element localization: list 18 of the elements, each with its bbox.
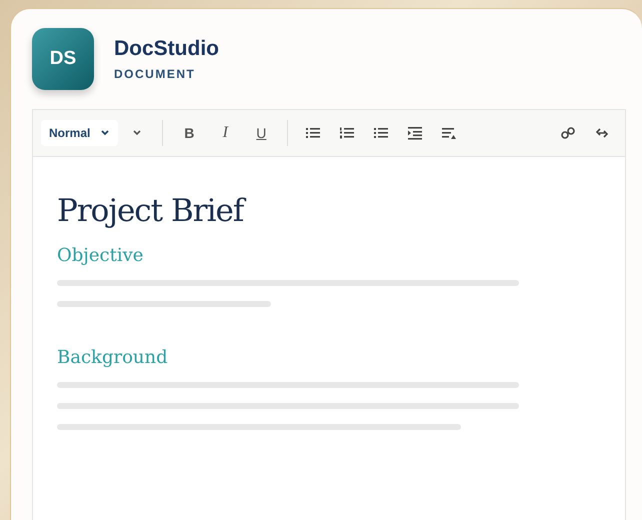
format-button[interactable]: I	[209, 119, 242, 147]
format-button[interactable]: U	[245, 119, 278, 147]
style-dropdown[interactable]: Normal	[41, 120, 118, 146]
format-button[interactable]: B	[173, 119, 206, 147]
section-heading: Objective	[57, 245, 144, 266]
link-icon	[560, 125, 576, 141]
numbered-list-icon	[339, 126, 356, 140]
app-logo: DS	[32, 28, 94, 90]
text-style-icon	[441, 126, 458, 140]
chevron-down-icon	[132, 129, 142, 137]
list-icon	[373, 126, 390, 140]
indent-icon	[407, 126, 424, 140]
chevron-down-icon	[100, 129, 110, 137]
section-heading: Background	[57, 347, 169, 368]
document-label: DOCUMENT	[114, 67, 196, 81]
bullet-list-icon	[305, 126, 322, 140]
app-title: DocStudio	[114, 37, 219, 61]
document-title: Project Brief	[57, 193, 601, 229]
